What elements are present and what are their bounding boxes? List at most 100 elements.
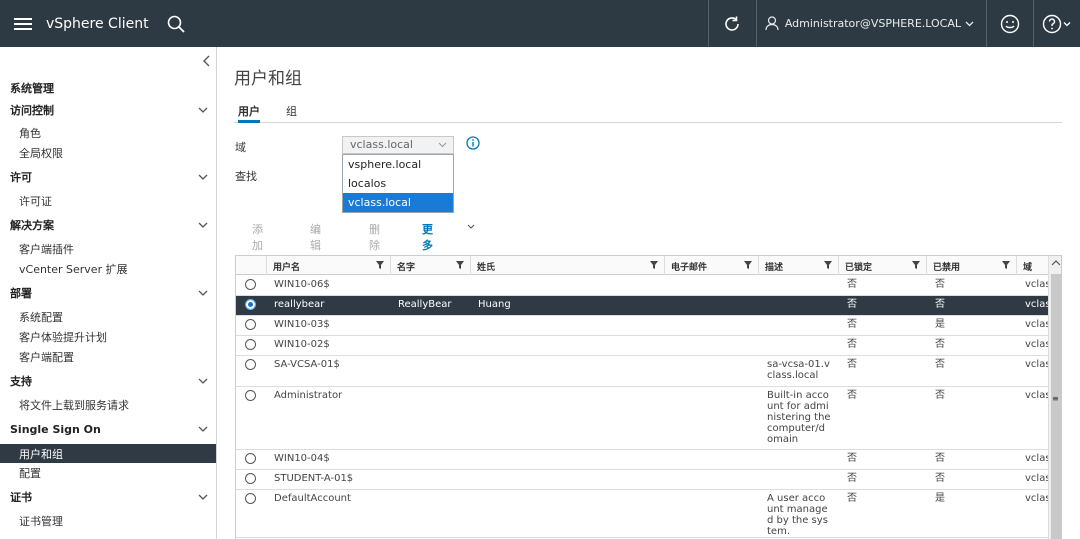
refresh-icon[interactable] [709, 0, 756, 47]
row-radio-button[interactable] [245, 279, 256, 290]
search-label: 查找 [235, 170, 257, 183]
delete-button[interactable]: 删除 [369, 221, 380, 253]
scroll-up-icon[interactable] [1051, 258, 1061, 268]
cell-disabled: 否 [935, 473, 945, 484]
cell-locked: 否 [847, 279, 857, 290]
sidebar-section-certificates[interactable]: 证书 [0, 487, 216, 507]
add-button[interactable]: 添加 [252, 221, 263, 253]
sidebar-section-deployment[interactable]: 部署 [0, 283, 216, 303]
domain-select[interactable]: vclass.local [342, 136, 454, 154]
filter-icon[interactable] [456, 261, 464, 269]
cell-disabled: 否 [935, 453, 945, 464]
sidebar-item-users-groups[interactable]: 用户和组 [0, 444, 216, 463]
table-row[interactable]: WIN10-03$ 否 是 vclas [236, 316, 1051, 336]
filter-icon[interactable] [376, 261, 384, 269]
chevron-down-icon [438, 142, 447, 148]
sidebar-item-client-config[interactable]: 客户端配置 [0, 348, 216, 366]
column-header-description[interactable]: 描述 [758, 256, 838, 275]
cell-locked: 否 [847, 493, 857, 504]
table-row[interactable]: STUDENT-A-01$ 否 否 vclas [236, 470, 1051, 490]
cell-username: Administrator [274, 390, 343, 401]
cell-username: STUDENT-A-01$ [274, 473, 354, 484]
cell-domain: vclas [1025, 319, 1051, 330]
edit-button[interactable]: 编辑 [310, 221, 321, 253]
sidebar-item-licenses[interactable]: 许可证 [0, 192, 216, 210]
domain-select-value: vclass.local [350, 138, 413, 151]
sidebar-section-sso[interactable]: Single Sign On [0, 419, 216, 439]
sidebar-item-upload-file[interactable]: 将文件上载到服务请求 [0, 396, 216, 414]
users-grid: 用户名 名字 姓氏 电子邮件 描述 已锁定 已禁用 域 WIN10-06$ 否否 v… [235, 255, 1062, 539]
column-header-locked[interactable]: 已锁定 [838, 256, 926, 275]
column-header-domain[interactable]: 域 [1016, 256, 1048, 275]
cell-username: WIN10-02$ [274, 339, 330, 350]
sidebar-item-ceip[interactable]: 客户体验提升计划 [0, 328, 216, 346]
scrollbar-thumb[interactable]: ≡ [1051, 274, 1061, 539]
collapse-sidebar-icon[interactable] [200, 53, 214, 69]
vertical-scrollbar[interactable]: ≡ [1048, 256, 1061, 539]
table-row[interactable]: Administrator Built-in acco unt for admi … [236, 387, 1051, 450]
feedback-smiley-icon[interactable] [987, 0, 1033, 47]
column-header-disabled[interactable]: 已禁用 [926, 256, 1016, 275]
sidebar-item-roles[interactable]: 角色 [0, 124, 216, 142]
row-radio-button[interactable] [245, 319, 256, 330]
info-icon[interactable] [466, 136, 480, 150]
table-row[interactable]: WIN10-02$ 否 否 vclas [236, 336, 1051, 356]
sidebar-item-sso-config[interactable]: 配置 [0, 464, 216, 482]
table-row[interactable]: WIN10-04$ 否 否 vclas [236, 450, 1051, 470]
cell-locked: 否 [847, 319, 857, 330]
search-icon[interactable] [156, 0, 196, 47]
filter-icon[interactable] [912, 261, 920, 269]
cell-username: WIN10-04$ [274, 453, 330, 464]
cell-description: A user acco unt manage d by the sys tem. [767, 493, 828, 537]
chevron-down-icon [198, 107, 208, 113]
chevron-down-icon[interactable] [467, 224, 475, 230]
app-brand: vSphere Client [46, 15, 149, 32]
cell-username: reallybear [274, 299, 325, 310]
row-radio-button[interactable] [245, 339, 256, 350]
cell-disabled: 否 [935, 279, 945, 290]
row-radio-button[interactable] [245, 299, 256, 310]
column-header-last-name[interactable]: 姓氏 [470, 256, 664, 275]
column-header-email[interactable]: 电子邮件 [664, 256, 758, 275]
sidebar-section-licensing[interactable]: 许可 [0, 167, 216, 187]
row-radio-button[interactable] [245, 493, 256, 504]
menu-icon[interactable] [0, 0, 46, 47]
sidebar-item-vcenter-extensions[interactable]: vCenter Server 扩展 [0, 260, 216, 278]
page-title: 用户和组 [234, 69, 302, 89]
sidebar-section-support[interactable]: 支持 [0, 371, 216, 391]
table-row[interactable]: reallybear ReallyBear Huang 否 否 vclas [236, 296, 1051, 316]
sidebar-item-client-plugins[interactable]: 客户端插件 [0, 240, 216, 258]
more-button[interactable]: 更多 [422, 221, 433, 253]
sidebar-item-global-permissions[interactable]: 全局权限 [0, 144, 216, 162]
cell-domain: vclas [1025, 493, 1051, 504]
row-radio-button[interactable] [245, 473, 256, 484]
user-menu[interactable]: Administrator@VSPHERE.LOCAL [757, 0, 986, 47]
column-header-first-name[interactable]: 名字 [390, 256, 470, 275]
sidebar-item-cert-management[interactable]: 证书管理 [0, 512, 216, 530]
domain-option-vclass[interactable]: vclass.local [343, 193, 453, 212]
filter-icon[interactable] [744, 261, 752, 269]
row-radio-button[interactable] [245, 359, 256, 370]
cell-description: sa-vcsa-01.v class.local [767, 359, 830, 381]
scroll-grip-icon: ≡ [1052, 394, 1059, 403]
help-icon[interactable] [1034, 0, 1080, 47]
cell-disabled: 否 [935, 359, 945, 370]
row-radio-button[interactable] [245, 390, 256, 401]
table-row[interactable]: DefaultAccount A user acco unt manage d b… [236, 490, 1051, 538]
table-row[interactable]: WIN10-06$ 否 否 vclas [236, 276, 1051, 296]
cell-disabled: 否 [935, 390, 945, 401]
tab-users[interactable]: 用户 [238, 103, 260, 123]
domain-option-localos[interactable]: localos [343, 174, 453, 193]
sidebar-section-access-control[interactable]: 访问控制 [0, 100, 216, 120]
tab-groups[interactable]: 组 [286, 103, 297, 123]
sidebar-section-solutions[interactable]: 解决方案 [0, 215, 216, 235]
row-radio-button[interactable] [245, 453, 256, 464]
column-header-username[interactable]: 用户名 [266, 256, 390, 275]
filter-icon[interactable] [1002, 261, 1010, 269]
domain-option-vsphere[interactable]: vsphere.local [343, 155, 453, 174]
table-row[interactable]: SA-VCSA-01$ sa-vcsa-01.v class.local 否 否 vcl… [236, 356, 1051, 387]
sidebar-item-system-config[interactable]: 系统配置 [0, 308, 216, 326]
cell-username: DefaultAccount [274, 493, 351, 504]
filter-icon[interactable] [650, 261, 658, 269]
filter-icon[interactable] [824, 261, 832, 269]
